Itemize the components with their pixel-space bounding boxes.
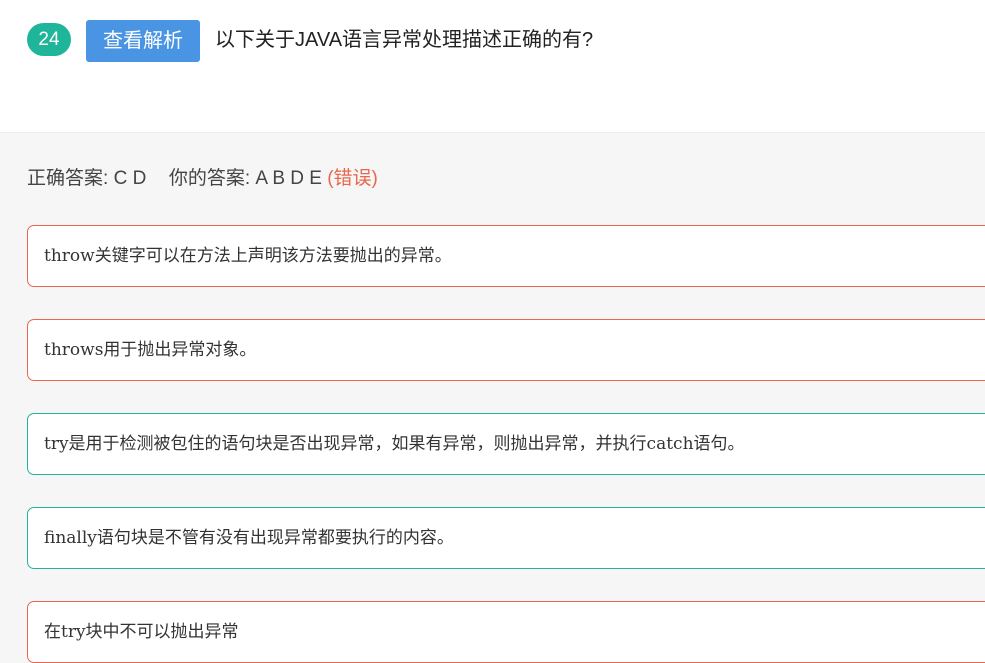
- option-d[interactable]: finally语句块是不管有没有出现异常都要执行的内容。: [27, 507, 985, 569]
- question-text: 以下关于JAVA语言异常处理描述正确的有?: [215, 29, 594, 51]
- your-answer-label: 你的答案:: [168, 168, 251, 189]
- your-answer-value: A B D E: [255, 168, 322, 189]
- question-header: 24 查看解析 以下关于JAVA语言异常处理描述正确的有?: [0, 0, 985, 132]
- option-c[interactable]: try是用于检测被包住的语句块是否出现异常，如果有异常，则抛出异常，并执行cat…: [27, 413, 985, 475]
- correct-answer-label: 正确答案:: [27, 168, 109, 189]
- question-page: 24 查看解析 以下关于JAVA语言异常处理描述正确的有? 正确答案: C D …: [0, 0, 985, 663]
- answer-status: (错误): [327, 168, 378, 189]
- option-e[interactable]: 在try块中不可以抛出异常: [27, 601, 985, 663]
- correct-answer-value: C D: [113, 168, 147, 189]
- option-a[interactable]: throw关键字可以在方法上声明该方法要抛出的异常。: [27, 225, 985, 287]
- answer-section: 正确答案: C D 你的答案: A B D E (错误) throw关键字可以在…: [0, 132, 985, 663]
- option-b[interactable]: throws用于抛出异常对象。: [27, 319, 985, 381]
- question-number-badge: 24: [27, 23, 71, 56]
- answer-summary: 正确答案: C D 你的答案: A B D E (错误): [27, 165, 378, 193]
- view-analysis-button[interactable]: 查看解析: [86, 20, 200, 62]
